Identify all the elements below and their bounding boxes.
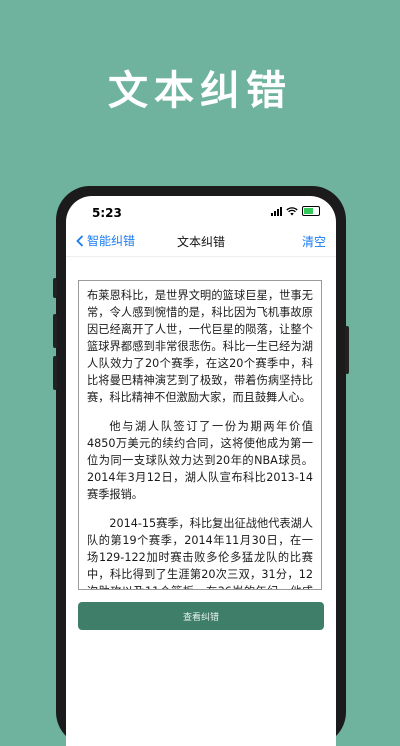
text-input-area[interactable]: 布莱恩科比，是世界文明的篮球巨星，世事无常，令人感到惋惜的是，科比因为飞机事故原… [78, 280, 322, 590]
phone-frame: 5:23 智能纠错 文本纠错 清空 布莱恩科比，是世界文明的篮球巨星，世事无常，… [53, 186, 349, 746]
page-title: 文本纠错 [176, 235, 225, 249]
status-icons [271, 206, 320, 216]
status-time: 5:23 [92, 206, 122, 220]
battery-icon [302, 206, 320, 216]
phone-volume-down [53, 356, 57, 390]
text-paragraph: 他与湖人队签订了一份为期两年价值4850万美元的续约合同，这将使他成为第一位为同… [87, 420, 313, 501]
navigation-bar: 智能纠错 文本纠错 清空 [66, 226, 336, 257]
phone-volume-up [53, 314, 57, 348]
clear-button[interactable]: 清空 [302, 233, 326, 250]
hero-title: 文本纠错 [108, 68, 292, 114]
phone-power-button [345, 326, 349, 374]
text-paragraph: 2014-15赛季，科比复出征战他代表湖人队的第19个赛季，2014年11月30… [87, 517, 313, 589]
phone-screen: 5:23 智能纠错 文本纠错 清空 布莱恩科比，是世界文明的篮球巨星，世事无常，… [66, 196, 336, 746]
signal-icon [271, 206, 282, 216]
wifi-icon [286, 206, 298, 215]
check-corrections-button[interactable]: 查看纠错 [78, 602, 324, 630]
status-bar: 5:23 [66, 196, 336, 226]
phone-mute-switch [53, 278, 57, 298]
text-paragraph: 布莱恩科比，是世界文明的篮球巨星，世事无常，令人感到惋惜的是，科比因为飞机事故原… [87, 289, 313, 404]
